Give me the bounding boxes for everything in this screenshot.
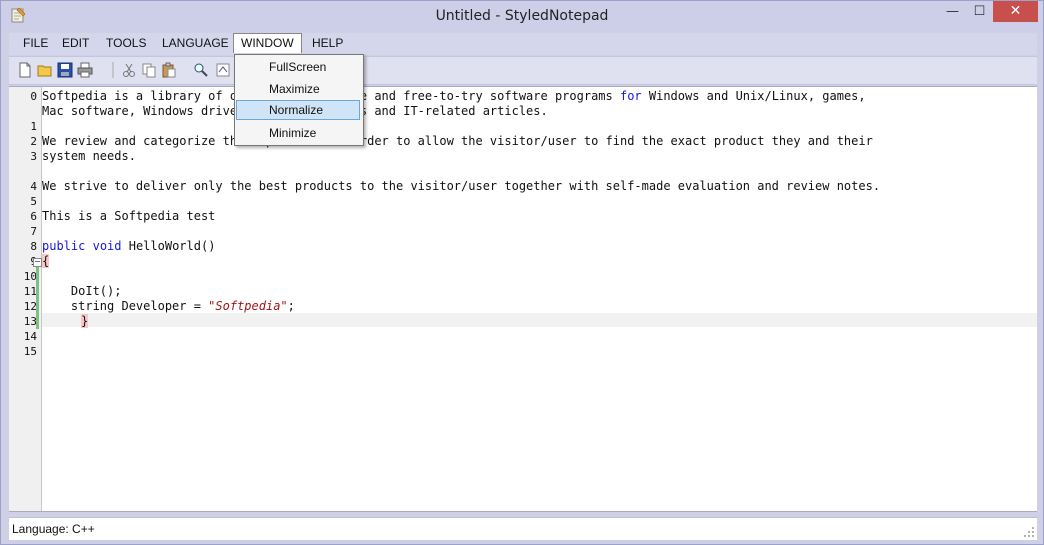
- save-icon[interactable]: [57, 62, 73, 78]
- copy-icon[interactable]: [141, 62, 157, 78]
- toolbar-separator-icon: [112, 62, 114, 78]
- print-icon[interactable]: [77, 62, 93, 78]
- code-line-0: Softpedia is a library of over 1,000,000…: [42, 89, 866, 103]
- line-number: 2: [30, 135, 37, 148]
- collapse-fold-button[interactable]: −: [33, 258, 42, 267]
- line-number: 5: [30, 195, 37, 208]
- replace-icon[interactable]: [215, 62, 231, 78]
- menu-item-fullscreen[interactable]: FullScreen: [236, 57, 360, 77]
- code-editor[interactable]: 0 1 2 3 4 5 6 7 8 9 10 11 12 13 14 15 − …: [9, 86, 1037, 512]
- keyword-token: for: [619, 89, 642, 103]
- code-line-3-wrap: system needs.: [42, 149, 136, 163]
- menu-item-minimize[interactable]: Minimize: [236, 123, 360, 143]
- line-number: 14: [23, 330, 37, 343]
- menu-item-maximize[interactable]: Maximize: [236, 79, 360, 99]
- line-number: 15: [23, 345, 37, 358]
- code-line-10: public void HelloWorld(): [42, 239, 215, 253]
- menu-tools[interactable]: TOOLS: [106, 36, 146, 50]
- maximize-window-button[interactable]: ☐: [966, 1, 993, 22]
- app-window: Untitled - StyledNotepad — ☐ ✕ FILE EDIT…: [0, 0, 1044, 545]
- matched-brace: {: [42, 254, 50, 268]
- close-window-button[interactable]: ✕: [993, 1, 1038, 22]
- menu-help[interactable]: HELP: [312, 36, 343, 50]
- code-line-11: {: [42, 254, 50, 268]
- line-number: 3: [30, 150, 37, 163]
- code-line-8: This is a Softpedia test: [42, 209, 216, 223]
- code-text: ;: [287, 299, 295, 313]
- menu-bar: FILE EDIT TOOLS LANGUAGE WINDOW HELP: [9, 33, 1037, 55]
- find-icon[interactable]: [193, 62, 209, 78]
- toolbar: [9, 56, 1037, 85]
- window-title: Untitled - StyledNotepad: [435, 8, 609, 24]
- menu-edit[interactable]: EDIT: [62, 36, 89, 50]
- menu-file[interactable]: FILE: [23, 36, 48, 50]
- cut-icon[interactable]: [121, 62, 137, 78]
- code-text: HelloWorld(): [121, 239, 216, 253]
- new-file-icon[interactable]: [17, 62, 33, 78]
- line-number: 8: [30, 240, 37, 253]
- code-line-6: We strive to deliver only the best produ…: [42, 179, 881, 193]
- fold-indicator: [36, 261, 39, 329]
- line-number: 13: [23, 315, 37, 328]
- string-token: "Softpedia": [208, 299, 288, 313]
- code-text: Windows and Unix/Linux, games,: [641, 89, 866, 103]
- resize-grip-icon[interactable]: [1023, 526, 1035, 538]
- open-folder-icon[interactable]: [37, 62, 53, 78]
- line-number: 7: [30, 225, 37, 238]
- minimize-window-button[interactable]: —: [939, 1, 966, 22]
- line-number: 10: [23, 270, 37, 283]
- code-text: string Developer =: [42, 299, 209, 313]
- code-line-13: DoIt();: [42, 284, 122, 298]
- line-number: 11: [23, 285, 37, 298]
- window-menu-dropdown: FullScreen Maximize Normalize Minimize: [234, 54, 364, 146]
- menu-window[interactable]: WINDOW: [233, 33, 302, 53]
- code-line-3: We review and categorize these products …: [42, 134, 873, 148]
- line-number: 0: [30, 90, 37, 103]
- paste-icon[interactable]: [161, 62, 177, 78]
- code-line-15: }: [81, 314, 89, 328]
- language-status: Language: C++: [12, 522, 95, 536]
- menu-item-normalize[interactable]: Normalize: [236, 100, 360, 120]
- line-number: 6: [30, 210, 37, 223]
- status-bar: Language: C++: [9, 517, 1037, 540]
- title-bar[interactable]: Untitled - StyledNotepad — ☐ ✕: [1, 1, 1043, 32]
- line-number: 12: [23, 300, 37, 313]
- keyword-token: public: [42, 239, 86, 253]
- code-line-14: string Developer = "Softpedia";: [42, 299, 295, 313]
- matched-brace: }: [81, 314, 89, 328]
- line-number: 4: [30, 180, 37, 193]
- current-line-highlight: [42, 313, 1037, 327]
- keyword-token: void: [92, 239, 122, 253]
- line-number: 1: [30, 120, 37, 133]
- menu-language[interactable]: LANGUAGE: [162, 36, 229, 50]
